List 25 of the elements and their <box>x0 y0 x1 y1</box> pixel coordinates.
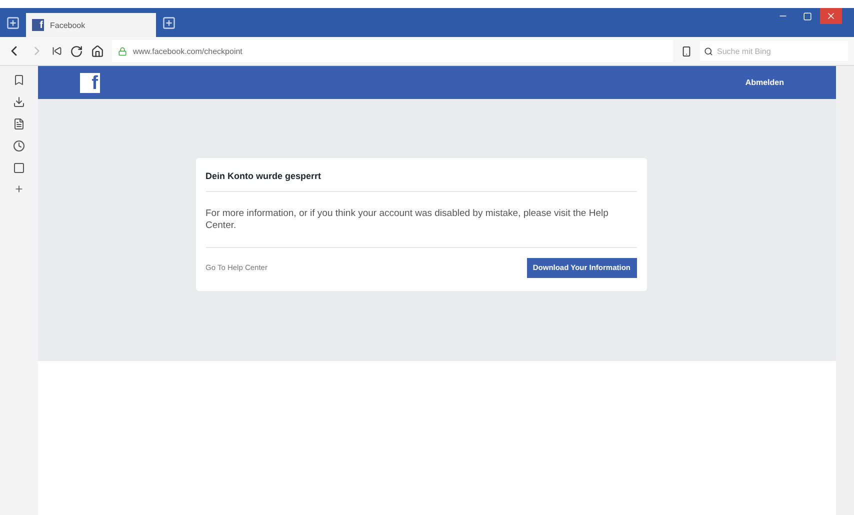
lock-icon <box>118 46 127 56</box>
close-button[interactable] <box>820 8 842 24</box>
address-field[interactable]: www.facebook.com/checkpoint <box>112 40 673 62</box>
home-icon[interactable] <box>91 44 104 58</box>
download-icon[interactable] <box>13 96 25 108</box>
logout-link[interactable]: Abmelden <box>745 78 784 87</box>
history-icon[interactable] <box>13 140 25 152</box>
rewind-icon[interactable] <box>52 46 62 56</box>
card-title: Dein Konto wurde gesperrt <box>206 158 636 192</box>
facebook-logo: f <box>80 72 100 92</box>
notes-icon[interactable] <box>13 118 25 130</box>
close-icon <box>826 11 836 21</box>
search-icon <box>704 46 713 56</box>
bookmark-icon[interactable] <box>13 74 25 86</box>
new-tab-icon[interactable] <box>162 16 176 30</box>
card-message: For more information, or if you think your account was disabled by mistake, please visit the Help Center. <box>206 192 636 248</box>
window-icon[interactable] <box>13 162 25 174</box>
url-text: www.facebook.com/checkpoint <box>133 46 242 56</box>
scrollbar[interactable] <box>836 66 854 515</box>
add-panel-icon[interactable] <box>14 184 24 194</box>
reload-icon[interactable] <box>70 44 83 58</box>
maximize-icon[interactable] <box>802 12 812 20</box>
browser-tab[interactable]: f Facebook <box>26 13 156 37</box>
facebook-icon: f <box>32 19 44 31</box>
phone-icon[interactable] <box>681 46 692 56</box>
